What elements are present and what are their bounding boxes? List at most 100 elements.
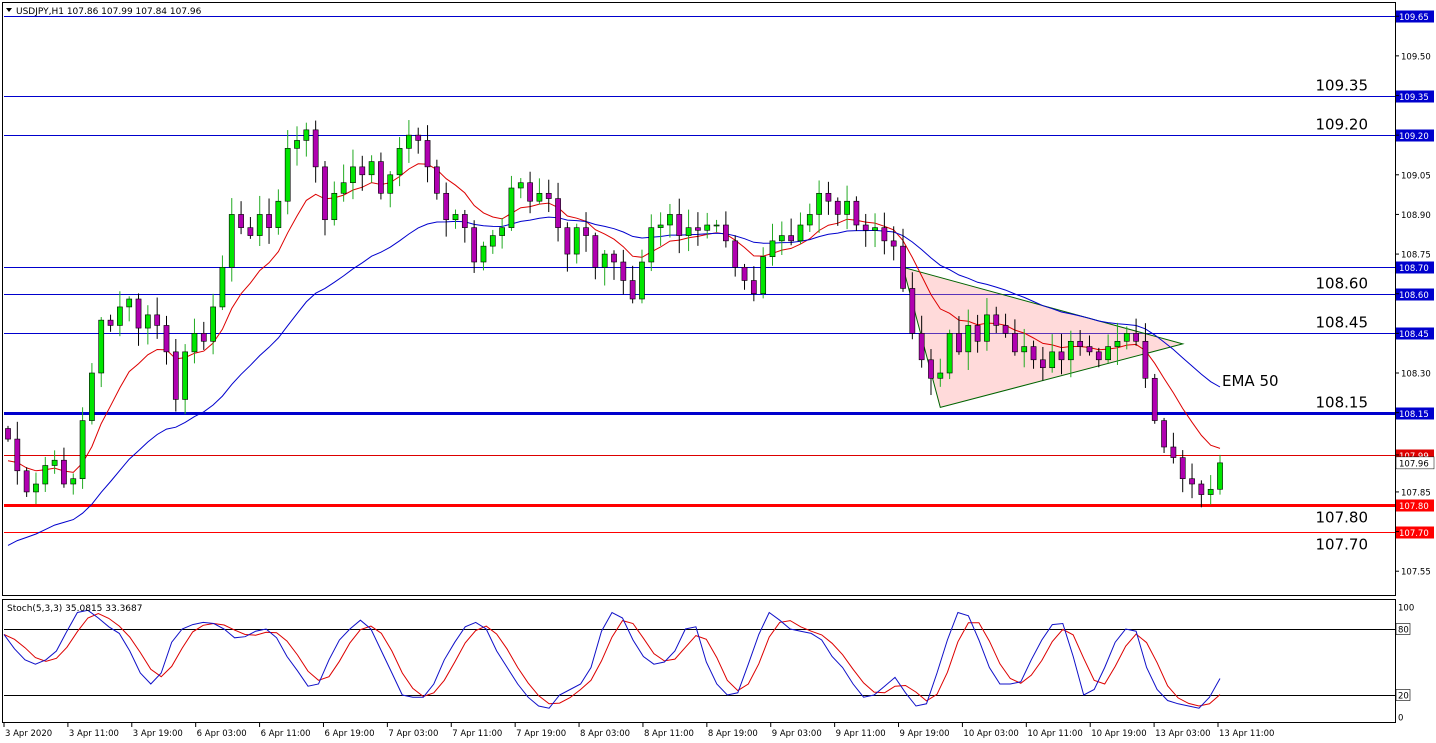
candle-body-125 [1170, 446, 1177, 458]
candle-body-112 [1049, 351, 1056, 369]
candle-body-91 [853, 200, 860, 226]
x-tick-label-9: 8 Apr 03:00 [580, 729, 630, 739]
candle-body-46 [433, 166, 440, 194]
y-tick-label-6: 108.75 [1401, 251, 1431, 261]
candle-body-61 [573, 227, 580, 255]
candle-body-24 [228, 214, 235, 268]
axis-tag-text-2: 109.20 [1399, 132, 1429, 142]
candle-body-15 [144, 314, 151, 329]
x-tick-label-6: 7 Apr 03:00 [388, 729, 438, 739]
candle-body-5 [51, 459, 58, 466]
candle-body-13 [126, 298, 133, 308]
candle-body-31 [294, 140, 300, 149]
candle-body-66 [620, 261, 627, 281]
axis-tag-text-0: 109.65 [1399, 13, 1429, 23]
candle-body-74 [695, 227, 701, 231]
candle-body-102 [956, 333, 962, 353]
oscillator-pane-frame [2, 599, 1396, 723]
level-label-4: 108.60 [1316, 275, 1369, 293]
candle-body-107 [1002, 325, 1009, 334]
osc-scale-label-2: 20 [1398, 692, 1409, 702]
candle-body-55 [517, 182, 524, 189]
candle-body-22 [210, 306, 216, 342]
candle-body-103 [965, 325, 972, 353]
candle-body-88 [825, 192, 832, 202]
osc-scale-label-0: 100 [1398, 604, 1414, 614]
candle-body-23 [219, 266, 226, 308]
candle-body-35 [331, 192, 338, 221]
price-chart[interactable]: 109.35 109.20 108.60 108.45 108.15 107.80 107.… [0, 0, 1436, 743]
candle-body-124 [1161, 420, 1167, 448]
x-tick-label-19: 13 Apr 11:00 [1219, 729, 1274, 739]
candle-body-68 [639, 261, 645, 300]
candle-body-53 [499, 227, 505, 236]
candle-body-36 [340, 182, 347, 194]
candle-body-95 [890, 240, 897, 247]
candle-body-49 [461, 214, 468, 228]
candle-body-37 [350, 166, 356, 184]
candle-body-0 [5, 428, 11, 440]
candle-body-54 [508, 187, 515, 228]
level-label-8: 107.80 [1316, 509, 1369, 527]
candle-body-73 [685, 227, 692, 236]
candle-body-106 [993, 314, 1000, 326]
y-tick-label-5: 108.90 [1401, 211, 1431, 221]
candle-body-110 [1030, 346, 1037, 361]
candle-body-19 [182, 351, 189, 400]
candle-body-92 [862, 224, 869, 231]
osc-scale-label-1: 80 [1398, 626, 1409, 636]
y-tick-label-9: 108.30 [1401, 370, 1431, 380]
candle-body-108 [1012, 333, 1018, 353]
candle-body-32 [303, 129, 310, 141]
axis-tag-text-6: 108.15 [1399, 410, 1429, 420]
level-label-9: 107.70 [1316, 536, 1369, 554]
candle-body-28 [266, 214, 272, 228]
candle-body-77 [723, 224, 729, 242]
candle-body-39 [368, 161, 375, 176]
level-label-1: 109.35 [1316, 77, 1369, 95]
candle-body-72 [676, 214, 683, 236]
candle-body-82 [769, 240, 776, 258]
x-tick-label-14: 9 Apr 19:00 [900, 729, 950, 739]
candle-body-41 [387, 174, 394, 194]
candle-body-126 [1179, 457, 1186, 480]
candle-body-34 [322, 166, 328, 221]
candle-body-87 [816, 192, 822, 215]
candle-body-89 [834, 200, 841, 215]
candle-body-3 [33, 483, 39, 493]
x-tick-label-17: 10 Apr 19:00 [1091, 729, 1146, 739]
candle-body-129 [1207, 488, 1214, 495]
candle-body-86 [806, 214, 813, 226]
level-label-6: 108.15 [1316, 394, 1369, 412]
candle-body-60 [564, 227, 571, 255]
axis-tag-text-5: 108.45 [1399, 330, 1429, 340]
x-tick-label-7: 7 Apr 11:00 [452, 729, 502, 739]
candle-body-78 [732, 240, 739, 268]
candle-body-9 [89, 372, 95, 421]
axis-tag-text-3: 108.70 [1399, 264, 1429, 274]
x-tick-label-11: 8 Apr 19:00 [708, 729, 758, 739]
ema-label: EMA 50 [1222, 372, 1279, 390]
candle-body-117 [1095, 351, 1102, 361]
x-tick-label-1: 3 Apr 11:00 [69, 729, 119, 739]
candle-body-99 [928, 359, 934, 379]
candle-body-122 [1142, 340, 1149, 379]
level-label-5: 108.45 [1316, 314, 1369, 332]
candle-body-71 [667, 214, 673, 226]
oscillator-caption: Stoch(5,3,3) 35.0815 33.3687 [7, 604, 142, 614]
candle-body-48 [452, 214, 459, 221]
candle-body-56 [527, 182, 533, 202]
candle-body-33 [312, 129, 319, 168]
candle-body-51 [480, 245, 487, 263]
candle-body-83 [778, 235, 785, 242]
candle-body-69 [648, 227, 655, 263]
x-tick-label-18: 13 Apr 03:00 [1155, 729, 1210, 739]
symbol-caption: USDJPY,H1 107.86 107.99 107.84 107.96 [16, 7, 202, 17]
candle-body-121 [1133, 333, 1139, 342]
candle-body-25 [238, 214, 244, 228]
candle-body-116 [1086, 346, 1093, 353]
x-tick-label-0: 3 Apr 2020 [5, 729, 52, 739]
candle-body-16 [154, 314, 161, 326]
candle-body-63 [592, 235, 599, 268]
candle-body-118 [1105, 346, 1111, 361]
